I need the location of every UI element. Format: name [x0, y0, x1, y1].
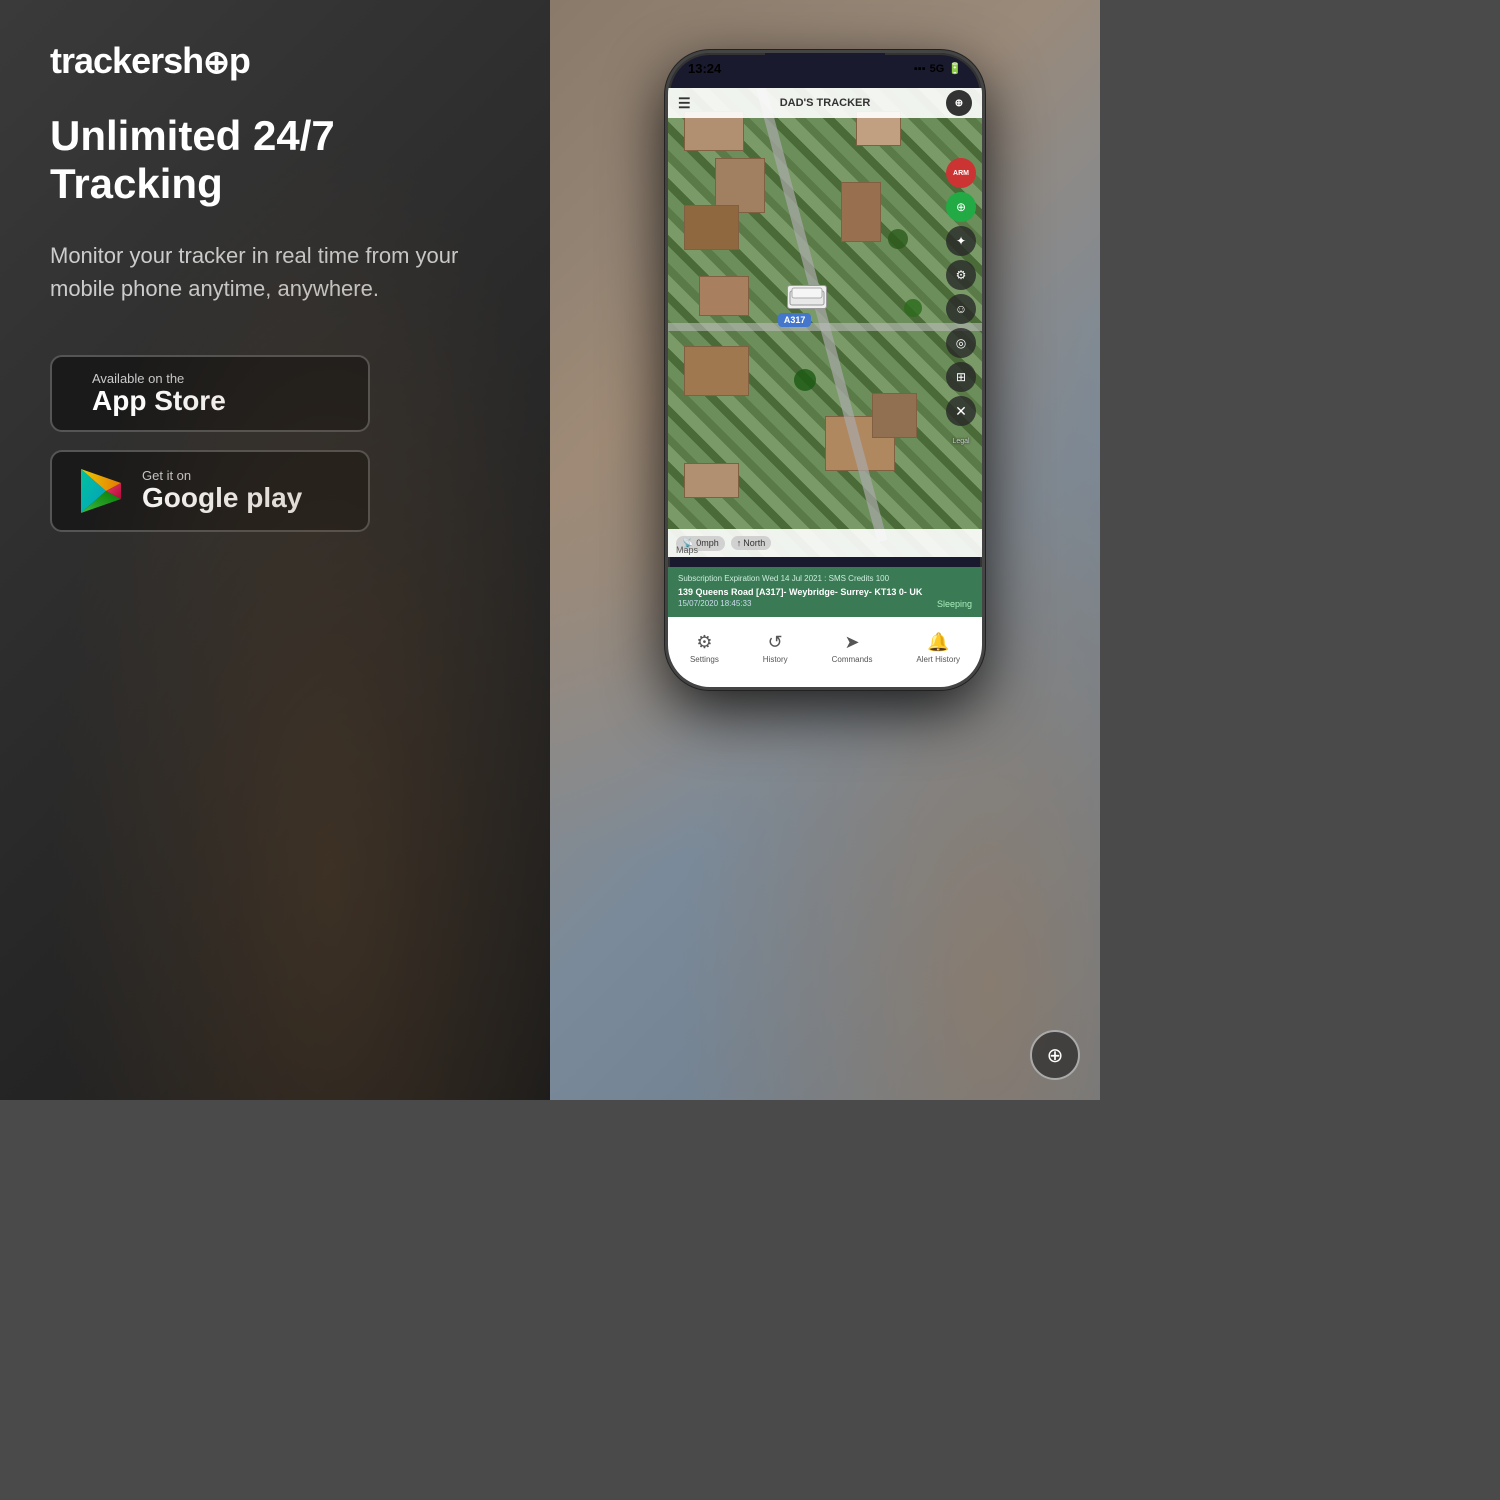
app-store-small-text: Available on the — [92, 371, 226, 386]
compass-icon: ⊕ — [955, 98, 963, 109]
maps-label: Maps — [676, 545, 698, 555]
speed-value: 0mph — [696, 538, 719, 548]
vehicle-icon — [787, 285, 827, 309]
arm-label: ARM — [953, 170, 969, 177]
app-store-button[interactable]: Available on the App Store — [50, 355, 370, 433]
status-right: ▪▪▪ 5G 🔋 — [914, 62, 962, 75]
route-button[interactable]: ✦ — [946, 226, 976, 256]
address-text: 139 Queens Road [A317]- Weybridge- Surre… — [678, 586, 972, 599]
arm-button[interactable]: ARM — [946, 158, 976, 188]
nav-alert-history[interactable]: 🔔 Alert History — [916, 632, 960, 664]
battery-icon: 🔋 — [948, 62, 962, 75]
google-play-button[interactable]: Get it on Google play — [50, 450, 370, 532]
google-play-small-text: Get it on — [142, 468, 302, 483]
person-button[interactable]: ☺ — [946, 294, 976, 324]
google-play-big-text: Google play — [142, 483, 302, 514]
navigate-button[interactable]: ⊕ — [946, 192, 976, 222]
building-5 — [684, 346, 749, 396]
map-area: A317 — [668, 88, 982, 557]
bottom-nav: ⚙ Settings ↺ History ➤ Commands 🔔 Alert … — [668, 617, 982, 687]
road-sign: A317 — [778, 313, 812, 327]
logo: trackersh⊕p — [50, 40, 500, 82]
settings-map-icon: ⚙ — [956, 268, 967, 282]
sleeping-status: Sleeping — [937, 598, 972, 611]
direction-arrow: ↑ — [737, 538, 742, 548]
person2-icon: ◎ — [956, 336, 966, 350]
building-9 — [684, 463, 739, 498]
settings-icon: ⚙ — [696, 632, 712, 653]
subtext: Monitor your tracker in real time from y… — [50, 239, 500, 305]
nav-settings-label: Settings — [690, 655, 719, 664]
network-type: 5G — [930, 63, 945, 75]
app-store-text: Available on the App Store — [92, 371, 226, 417]
headline: Unlimited 24/7 Tracking — [50, 112, 500, 209]
building-10 — [872, 393, 917, 438]
tree-3 — [794, 369, 816, 391]
google-play-text: Get it on Google play — [142, 468, 302, 514]
close-icon: ✕ — [955, 403, 967, 420]
legal-label: Legal — [946, 430, 976, 448]
phone-frame: 13:24 ▪▪▪ 5G 🔋 ☰ DAD'S TRACKER ⊕ — [665, 50, 985, 690]
tracker-name: DAD'S TRACKER — [780, 97, 871, 109]
tree-1 — [888, 229, 908, 249]
subscription-text: Subscription Expiration Wed 14 Jul 2021 … — [678, 573, 972, 584]
building-4 — [684, 205, 739, 250]
google-play-icon — [76, 466, 126, 516]
settings-map-button[interactable]: ⚙ — [946, 260, 976, 290]
phone-notch — [765, 53, 885, 81]
nav-history[interactable]: ↺ History — [763, 632, 788, 664]
logo-text: trackersh⊕p — [50, 40, 250, 82]
compass-button[interactable]: ⊕ — [946, 90, 972, 116]
road-horizontal — [668, 323, 982, 331]
app-store-big-text: App Store — [92, 386, 226, 417]
road-diagonal — [756, 88, 887, 542]
map-satellite: A317 — [668, 88, 982, 557]
legal-text: Legal — [952, 438, 969, 445]
left-panel: trackersh⊕p Unlimited 24/7 Tracking Moni… — [0, 0, 550, 1100]
hamburger-icon[interactable]: ☰ — [678, 95, 691, 112]
commands-icon: ➤ — [845, 632, 860, 653]
nav-alert-label: Alert History — [916, 655, 960, 664]
nav-commands[interactable]: ➤ Commands — [832, 632, 873, 664]
bottom-compass-button[interactable]: ⊕ — [1030, 1030, 1080, 1080]
history-icon: ↺ — [768, 632, 783, 653]
status-time: 13:24 — [688, 61, 721, 76]
nav-commands-label: Commands — [832, 655, 873, 664]
phone-mockup: 13:24 ▪▪▪ 5G 🔋 ☰ DAD'S TRACKER ⊕ — [665, 50, 985, 690]
signal-bars: ▪▪▪ — [914, 63, 926, 75]
main-container: trackersh⊕p Unlimited 24/7 Tracking Moni… — [0, 0, 1100, 1100]
building-8 — [699, 276, 749, 316]
grid-button[interactable]: ⊞ — [946, 362, 976, 392]
direction-badge: ↑ North — [731, 536, 772, 550]
compass-bottom-icon: ⊕ — [1047, 1043, 1064, 1068]
nav-settings[interactable]: ⚙ Settings — [690, 632, 719, 664]
alert-icon: 🔔 — [927, 632, 949, 653]
tree-2 — [904, 299, 922, 317]
close-button[interactable]: ✕ — [946, 396, 976, 426]
map-buttons: ARM ⊕ ✦ ⚙ ☺ — [946, 158, 976, 448]
direction-value: North — [743, 538, 765, 548]
speed-bar: 📡 0mph ↑ North Maps — [668, 529, 982, 557]
navigate-icon: ⊕ — [956, 200, 966, 214]
app-top-bar: ☰ DAD'S TRACKER ⊕ — [668, 88, 982, 118]
route-icon: ✦ — [956, 234, 966, 248]
info-bar: Subscription Expiration Wed 14 Jul 2021 … — [668, 567, 982, 617]
grid-icon: ⊞ — [956, 370, 966, 384]
right-panel: 13:24 ▪▪▪ 5G 🔋 ☰ DAD'S TRACKER ⊕ — [550, 0, 1100, 1100]
person-icon: ☺ — [955, 302, 967, 316]
building-7 — [841, 182, 881, 242]
person2-button[interactable]: ◎ — [946, 328, 976, 358]
nav-history-label: History — [763, 655, 788, 664]
datetime-text: 15/07/2020 18:45:33 — [678, 598, 751, 611]
